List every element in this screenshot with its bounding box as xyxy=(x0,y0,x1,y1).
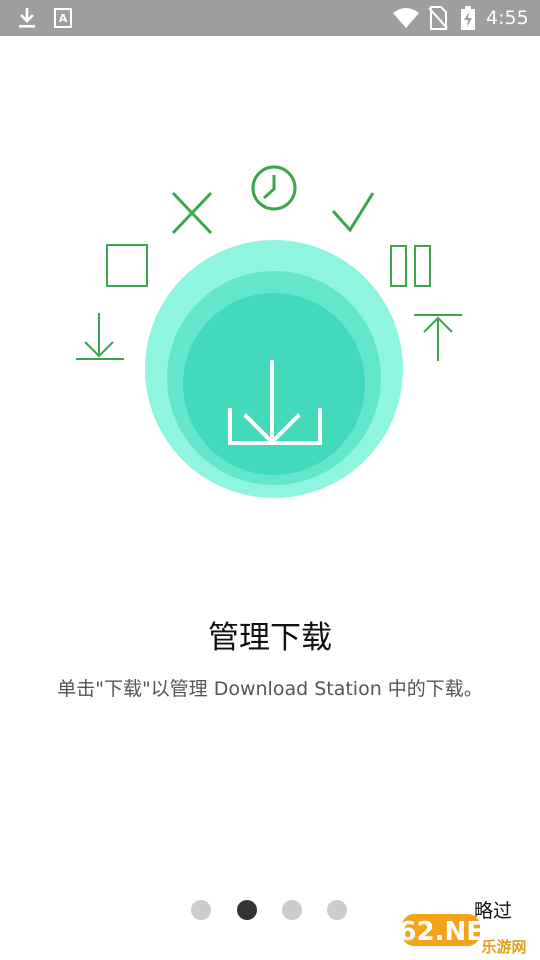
pagination-dots xyxy=(180,898,360,922)
watermark-logo: 962.NET 乐游网 xyxy=(380,912,536,956)
pause-icon xyxy=(390,245,431,287)
square-icon xyxy=(106,244,148,287)
upload-arrow-icon xyxy=(414,314,462,361)
page-dot-4[interactable] xyxy=(327,900,347,920)
checkmark-icon xyxy=(331,192,375,233)
svg-text:A: A xyxy=(59,12,68,25)
page-title: 管理下载 xyxy=(208,620,332,656)
battery-charging-icon xyxy=(460,0,476,36)
clock-time: 4:55 xyxy=(486,7,529,29)
page-dot-1[interactable] xyxy=(191,900,211,920)
keyboard-a-icon: A xyxy=(54,0,72,36)
close-x-icon xyxy=(171,191,213,235)
illustration xyxy=(0,150,540,510)
no-sim-icon xyxy=(428,0,448,36)
page-description: 单击"下载"以管理 Download Station 中的下载。 xyxy=(57,678,483,700)
watermark-sub: 乐游网 xyxy=(481,938,526,956)
download-icon xyxy=(16,0,38,36)
wifi-icon xyxy=(392,0,420,36)
clock-icon xyxy=(251,165,297,211)
page-dot-3[interactable] xyxy=(282,900,302,920)
page-dot-2[interactable] xyxy=(237,900,257,920)
status-bar: A 4:55 xyxy=(0,0,540,36)
download-arrow-icon xyxy=(76,313,124,360)
